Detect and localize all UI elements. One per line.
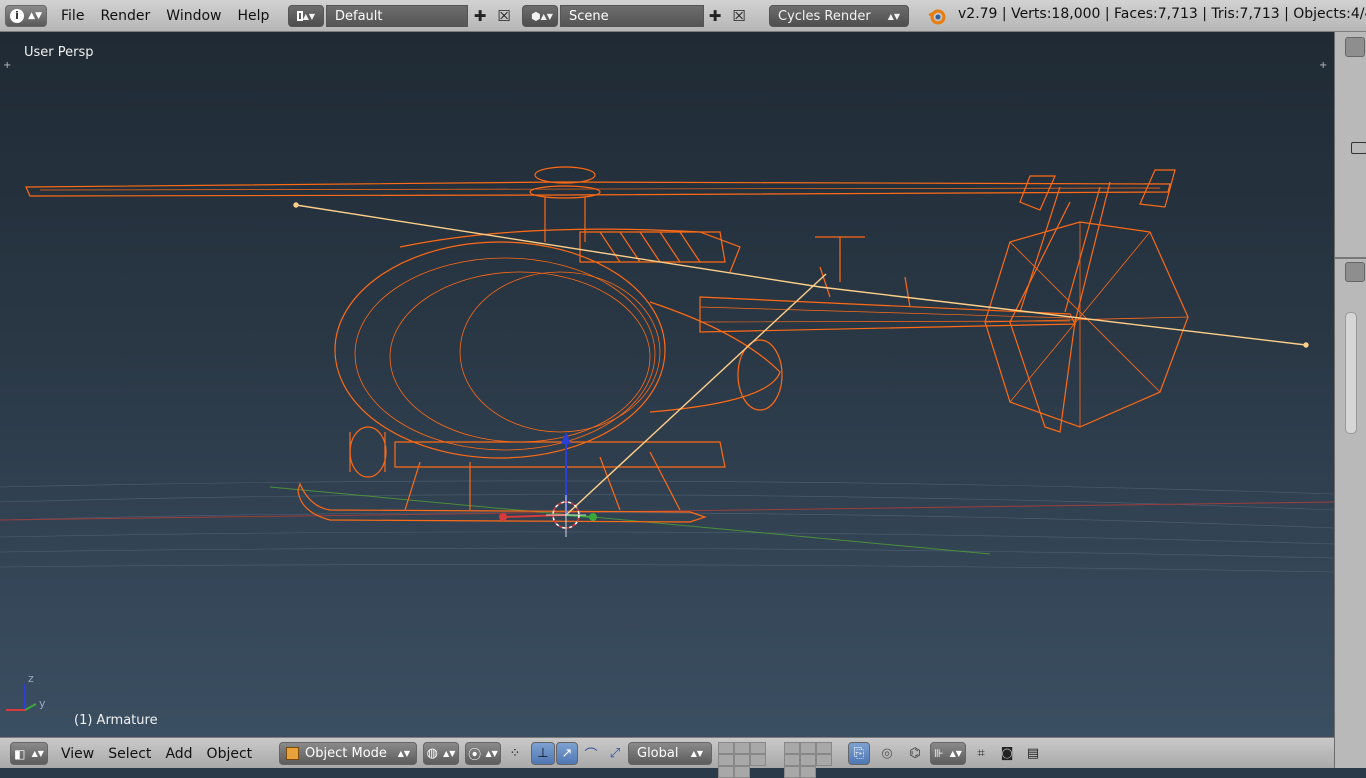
axis-y-label: y: [39, 697, 46, 710]
axis-gizmo: [6, 684, 37, 711]
helicopter-wireframe: [25, 166, 1189, 523]
viewport-shading-dropdown[interactable]: ◍ ▲▼: [423, 742, 459, 765]
snap-increment-icon: ⊪: [934, 747, 944, 760]
outliner-header-icon[interactable]: [1345, 37, 1365, 57]
info-header: i ▲▼ File Render Window Help ▲▼ Default …: [0, 0, 1366, 32]
chevron-updown-icon: ▲▼: [397, 749, 410, 758]
chevron-updown-icon: ▲▼: [887, 11, 900, 21]
manipulator-toggle-icon[interactable]: ⊥: [531, 742, 555, 765]
close-scene-icon[interactable]: ☒: [728, 5, 750, 27]
screen-layout-selector[interactable]: ▲▼: [288, 5, 324, 27]
menu-render[interactable]: Render: [92, 5, 158, 27]
menu-help[interactable]: Help: [229, 5, 277, 27]
proportional-editing-icon[interactable]: ◎: [876, 742, 898, 765]
scale-manipulator-icon[interactable]: ⤢: [604, 742, 626, 765]
add-layout-icon[interactable]: ✚: [469, 5, 491, 27]
orientation-label: Global: [637, 746, 679, 761]
layer-buttons-2[interactable]: [784, 742, 844, 778]
render-animation-icon[interactable]: ▤: [1022, 742, 1044, 765]
scrollbar[interactable]: [1345, 312, 1357, 434]
snap-element-dropdown[interactable]: ⊪ ▲▼: [930, 742, 966, 765]
transform-orientation-dropdown[interactable]: Global ▲▼: [628, 742, 712, 765]
close-layout-icon[interactable]: ☒: [493, 5, 515, 27]
rotate-manipulator-icon[interactable]: ⌒: [580, 742, 602, 765]
chevron-updown-icon: ▲▼: [949, 749, 962, 758]
pivot-icon: ⦿: [468, 748, 482, 763]
right-side-panels: [1334, 32, 1366, 768]
scene-icon: ⬢: [531, 9, 541, 23]
render-camera-icon[interactable]: ◙: [996, 742, 1018, 765]
viewport-scene: [0, 166, 1334, 711]
add-scene-icon[interactable]: ✚: [704, 5, 726, 27]
axis-z-label: z: [28, 672, 34, 685]
pivot-point-dropdown[interactable]: ⦿ ▲▼: [465, 742, 501, 765]
3d-view-icon: ◧: [14, 746, 26, 761]
grid-floor: [0, 480, 1334, 573]
3d-view-header: ◧ ▲▼ View Select Add Object Object Mode …: [0, 737, 1334, 778]
proportional-icon[interactable]: ⁘: [503, 742, 527, 765]
view-header-menus: View Select Add Object: [54, 742, 259, 765]
blender-logo-icon: [928, 7, 946, 25]
transform-manipulator: [499, 432, 597, 521]
panel-divider[interactable]: [1335, 257, 1366, 259]
lock-layers-icon[interactable]: ⎘: [848, 742, 870, 765]
menu-file[interactable]: File: [53, 5, 92, 27]
3d-viewport[interactable]: User Persp (1) Armature + + z y: [0, 32, 1334, 737]
screen-layout-name-field[interactable]: Default: [326, 5, 468, 27]
chevron-updown-icon: ▲▼: [690, 749, 703, 758]
render-engine-label: Cycles Render: [778, 8, 871, 24]
properties-header-icon[interactable]: [1345, 262, 1365, 282]
menu-object[interactable]: Object: [200, 746, 260, 762]
menu-select[interactable]: Select: [101, 746, 158, 762]
interaction-mode-dropdown[interactable]: Object Mode ▲▼: [279, 742, 417, 765]
render-engine-dropdown[interactable]: Cycles Render ▲▼: [769, 5, 909, 27]
info-icon: i: [10, 9, 24, 23]
chevron-updown-icon: ▲▼: [540, 11, 553, 21]
translate-manipulator-icon[interactable]: ↗: [556, 742, 578, 765]
scene-statistics: v2.79 | Verts:18,000 | Faces:7,713 | Tri…: [958, 6, 1366, 22]
x-axis-line: [0, 501, 1334, 521]
layer-buttons-1[interactable]: [718, 742, 778, 778]
editor-type-button[interactable]: ◧ ▲▼: [10, 742, 48, 765]
scene-selector[interactable]: ⬢ ▲▼: [522, 5, 558, 27]
armature-bones: [293, 202, 1309, 516]
main-menu: File Render Window Help: [53, 5, 277, 27]
editor-type-button[interactable]: i ▲▼: [5, 5, 47, 27]
chevron-updown-icon: ▲▼: [31, 749, 44, 758]
object-cube-icon: [286, 747, 299, 760]
chevron-updown-icon: ▲▼: [443, 749, 456, 758]
menu-add[interactable]: Add: [158, 746, 199, 762]
scene-name-field[interactable]: Scene: [560, 5, 704, 27]
mode-label: Object Mode: [305, 746, 387, 761]
shading-sphere-icon: ◍: [426, 746, 438, 761]
snap-magnet-icon[interactable]: ⌬: [903, 742, 927, 765]
render-region-icon[interactable]: ⌗: [970, 742, 992, 765]
menu-view[interactable]: View: [54, 746, 101, 762]
menu-window[interactable]: Window: [158, 5, 229, 27]
camera-icon[interactable]: [1351, 142, 1366, 154]
chevron-updown-icon: ▲▼: [485, 749, 498, 758]
chevron-updown-icon: ▲▼: [28, 11, 42, 21]
chevron-updown-icon: ▲▼: [302, 11, 315, 21]
